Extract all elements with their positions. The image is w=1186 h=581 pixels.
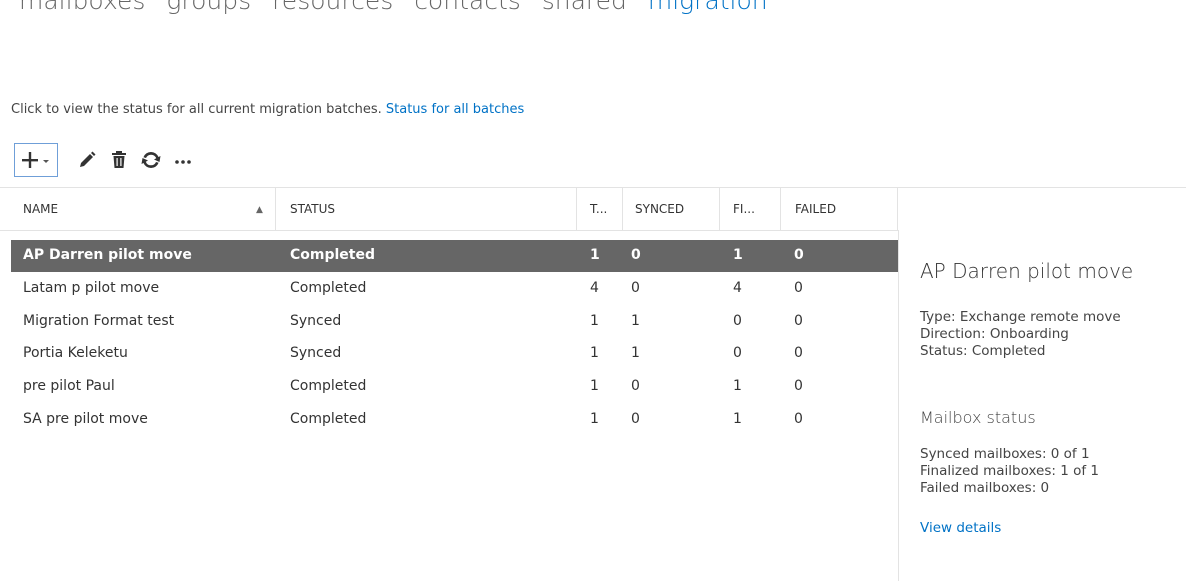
table-top-border: [0, 187, 1186, 188]
table-row[interactable]: AP Darren pilot move Completed 1 0 1 0: [11, 240, 898, 272]
details-direction: Direction: Onboarding: [920, 326, 1069, 342]
row-failed: 0: [794, 280, 803, 296]
details-divider: [898, 230, 899, 581]
row-failed: 0: [794, 378, 803, 394]
row-status: Completed: [290, 247, 376, 263]
row-total: 1: [590, 313, 599, 329]
row-status: Synced: [290, 313, 342, 329]
row-finalized: 0: [733, 345, 742, 361]
table-header-border: [0, 230, 898, 231]
row-status: Synced: [290, 345, 342, 361]
column-separator: [780, 187, 781, 230]
trash-icon: [112, 151, 126, 168]
row-total: 1: [590, 345, 599, 361]
table-row[interactable]: Latam p pilot move Completed 4 0 4 0: [11, 273, 898, 305]
toolbar: [14, 142, 198, 178]
row-synced: 0: [631, 280, 640, 296]
column-separator: [719, 187, 720, 230]
table-row[interactable]: pre pilot Paul Completed 1 0 1 0: [11, 371, 898, 403]
info-line: Click to view the status for all current…: [11, 102, 524, 117]
column-separator: [897, 187, 898, 230]
edit-button[interactable]: [72, 143, 102, 177]
column-header-total[interactable]: T...: [590, 202, 607, 216]
row-name: SA pre pilot move: [23, 411, 148, 427]
finalized-mailboxes: Finalized mailboxes: 1 of 1: [920, 463, 1099, 479]
more-icon: [175, 160, 191, 164]
row-total: 1: [590, 411, 599, 427]
nav-resources[interactable]: resources: [272, 0, 393, 15]
nav-groups[interactable]: groups: [166, 0, 251, 15]
row-finalized: 1: [733, 378, 742, 394]
row-name: AP Darren pilot move: [23, 247, 192, 263]
migration-page: mailboxes groups resources contacts shar…: [0, 0, 1186, 581]
row-finalized: 0: [733, 313, 742, 329]
mailbox-status-heading: Mailbox status: [920, 408, 1036, 427]
row-synced: 0: [631, 411, 640, 427]
nav-mailboxes[interactable]: mailboxes: [19, 0, 145, 15]
delete-button[interactable]: [104, 143, 134, 177]
row-failed: 0: [794, 345, 803, 361]
column-separator: [576, 187, 577, 230]
row-name: Portia Keleketu: [23, 345, 128, 361]
row-status: Completed: [290, 411, 367, 427]
column-separator: [622, 187, 623, 230]
row-finalized: 4: [733, 280, 742, 296]
view-details-link[interactable]: View details: [920, 520, 1001, 536]
row-finalized: 1: [733, 247, 743, 263]
column-header-finalized[interactable]: FI...: [733, 202, 755, 216]
nav-contacts[interactable]: contacts: [414, 0, 521, 15]
info-text: Click to view the status for all current…: [11, 102, 382, 117]
table-row[interactable]: Portia Keleketu Synced 1 1 0 0: [11, 338, 898, 370]
row-name: Migration Format test: [23, 313, 175, 329]
row-finalized: 1: [733, 411, 742, 427]
details-type: Type: Exchange remote move: [920, 309, 1121, 325]
column-header-status[interactable]: STATUS: [290, 202, 335, 216]
row-synced: 1: [631, 313, 640, 329]
row-total: 4: [590, 280, 599, 296]
top-navigation: mailboxes groups resources contacts shar…: [19, 0, 781, 15]
row-failed: 0: [794, 247, 804, 263]
row-total: 1: [590, 247, 600, 263]
details-title: AP Darren pilot move: [920, 259, 1134, 283]
column-header-name[interactable]: NAME: [23, 202, 58, 216]
nav-migration[interactable]: migration: [648, 0, 768, 15]
plus-icon: [22, 152, 49, 168]
details-status: Status: Completed: [920, 343, 1046, 359]
status-all-batches-link[interactable]: Status for all batches: [386, 102, 524, 117]
refresh-icon: [141, 151, 161, 169]
refresh-button[interactable]: [136, 143, 166, 177]
row-failed: 0: [794, 411, 803, 427]
column-header-failed[interactable]: FAILED: [795, 202, 836, 216]
sort-ascending-icon: ▲: [256, 205, 263, 215]
row-synced: 0: [631, 378, 640, 394]
chevron-down-icon: [43, 160, 49, 163]
nav-shared[interactable]: shared: [542, 0, 627, 15]
failed-mailboxes: Failed mailboxes: 0: [920, 480, 1050, 496]
pencil-icon: [80, 151, 96, 167]
row-synced: 0: [631, 247, 641, 263]
column-header-synced[interactable]: SYNCED: [635, 202, 684, 216]
row-synced: 1: [631, 345, 640, 361]
new-batch-button[interactable]: [14, 143, 58, 177]
row-status: Completed: [290, 280, 367, 296]
synced-mailboxes: Synced mailboxes: 0 of 1: [920, 446, 1090, 462]
more-button[interactable]: [168, 143, 198, 177]
row-name: Latam p pilot move: [23, 280, 160, 296]
row-failed: 0: [794, 313, 803, 329]
column-separator: [275, 187, 276, 230]
table-row[interactable]: Migration Format test Synced 1 1 0 0: [11, 306, 898, 338]
row-status: Completed: [290, 378, 367, 394]
table-row[interactable]: SA pre pilot move Completed 1 0 1 0: [11, 404, 898, 436]
row-name: pre pilot Paul: [23, 378, 115, 394]
row-total: 1: [590, 378, 599, 394]
